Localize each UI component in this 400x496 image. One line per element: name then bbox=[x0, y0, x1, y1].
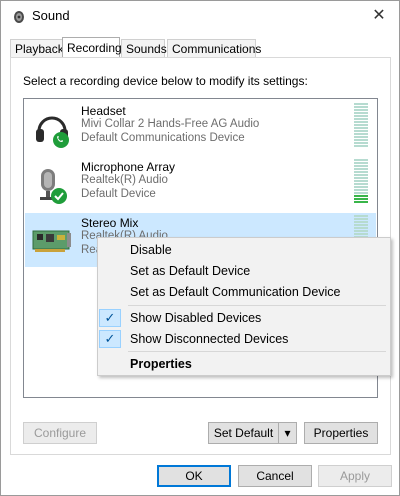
menu-item-show-disabled-devices[interactable]: ✓ Show Disabled Devices bbox=[99, 308, 389, 328]
title-bar[interactable]: Sound ✕ bbox=[1, 1, 399, 31]
menu-item-show-disconnected-devices[interactable]: ✓ Show Disconnected Devices bbox=[99, 329, 389, 349]
microphone-icon bbox=[31, 163, 73, 205]
menu-item-properties[interactable]: Properties bbox=[99, 354, 389, 374]
device-name: Headset bbox=[81, 104, 126, 118]
configure-button[interactable]: Configure bbox=[23, 422, 97, 444]
device-name: Microphone Array bbox=[81, 160, 176, 174]
tab-playback[interactable]: Playback bbox=[10, 39, 64, 57]
tab-recording[interactable]: Recording bbox=[62, 37, 122, 57]
ok-button[interactable]: OK bbox=[157, 465, 231, 487]
close-button[interactable]: ✕ bbox=[365, 5, 393, 27]
apply-button[interactable]: Apply bbox=[318, 465, 392, 487]
checkmark-icon: ✓ bbox=[99, 309, 121, 327]
menu-item-set-default-communication-device[interactable]: Set as Default Communication Device bbox=[99, 282, 389, 302]
device-item-microphone-array[interactable]: Microphone Array Realtek(R) Audio Defaul… bbox=[25, 157, 376, 211]
level-meter bbox=[354, 103, 368, 149]
properties-button[interactable]: Properties bbox=[304, 422, 378, 444]
tab-communications[interactable]: Communications bbox=[167, 39, 261, 57]
sound-card-icon bbox=[31, 219, 73, 261]
menu-separator bbox=[128, 351, 386, 352]
menu-item-disable[interactable]: Disable bbox=[99, 240, 389, 260]
device-status: Default Device bbox=[81, 188, 156, 200]
window-title: Sound bbox=[32, 8, 70, 23]
check-badge bbox=[51, 188, 67, 204]
speaker-icon bbox=[11, 8, 27, 24]
device-description: Realtek(R) Audio bbox=[81, 174, 168, 186]
tab-sounds[interactable]: Sounds bbox=[121, 39, 167, 57]
checkmark-icon: ✓ bbox=[99, 330, 121, 348]
cancel-button[interactable]: Cancel bbox=[238, 465, 312, 487]
menu-item-label: Set as Default Communication Device bbox=[130, 285, 341, 299]
device-status: Default Communications Device bbox=[81, 132, 245, 144]
context-menu: Disable Set as Default Device Set as Def… bbox=[97, 237, 391, 376]
device-item-headset[interactable]: Headset Mivi Collar 2 Hands-Free AG Audi… bbox=[25, 101, 376, 155]
menu-item-label: Show Disconnected Devices bbox=[130, 332, 289, 346]
device-name: Stereo Mix bbox=[81, 216, 139, 230]
menu-item-label: Disable bbox=[130, 243, 172, 257]
menu-item-label: Show Disabled Devices bbox=[130, 311, 262, 325]
menu-item-label: Properties bbox=[130, 357, 192, 371]
headset-icon bbox=[31, 107, 73, 149]
instruction-text: Select a recording device below to modif… bbox=[23, 74, 308, 88]
phone-badge bbox=[53, 132, 69, 148]
menu-item-set-default-device[interactable]: Set as Default Device bbox=[99, 261, 389, 281]
set-default-button[interactable]: Set Default bbox=[208, 422, 278, 444]
level-meter bbox=[354, 159, 368, 205]
menu-item-label: Set as Default Device bbox=[130, 264, 251, 278]
device-description: Mivi Collar 2 Hands-Free AG Audio bbox=[81, 118, 260, 130]
set-default-dropdown-button[interactable]: ▾ bbox=[278, 422, 297, 444]
sound-dialog: Sound ✕ Playback Recording Sounds Commun… bbox=[0, 0, 400, 496]
menu-separator bbox=[128, 305, 386, 306]
